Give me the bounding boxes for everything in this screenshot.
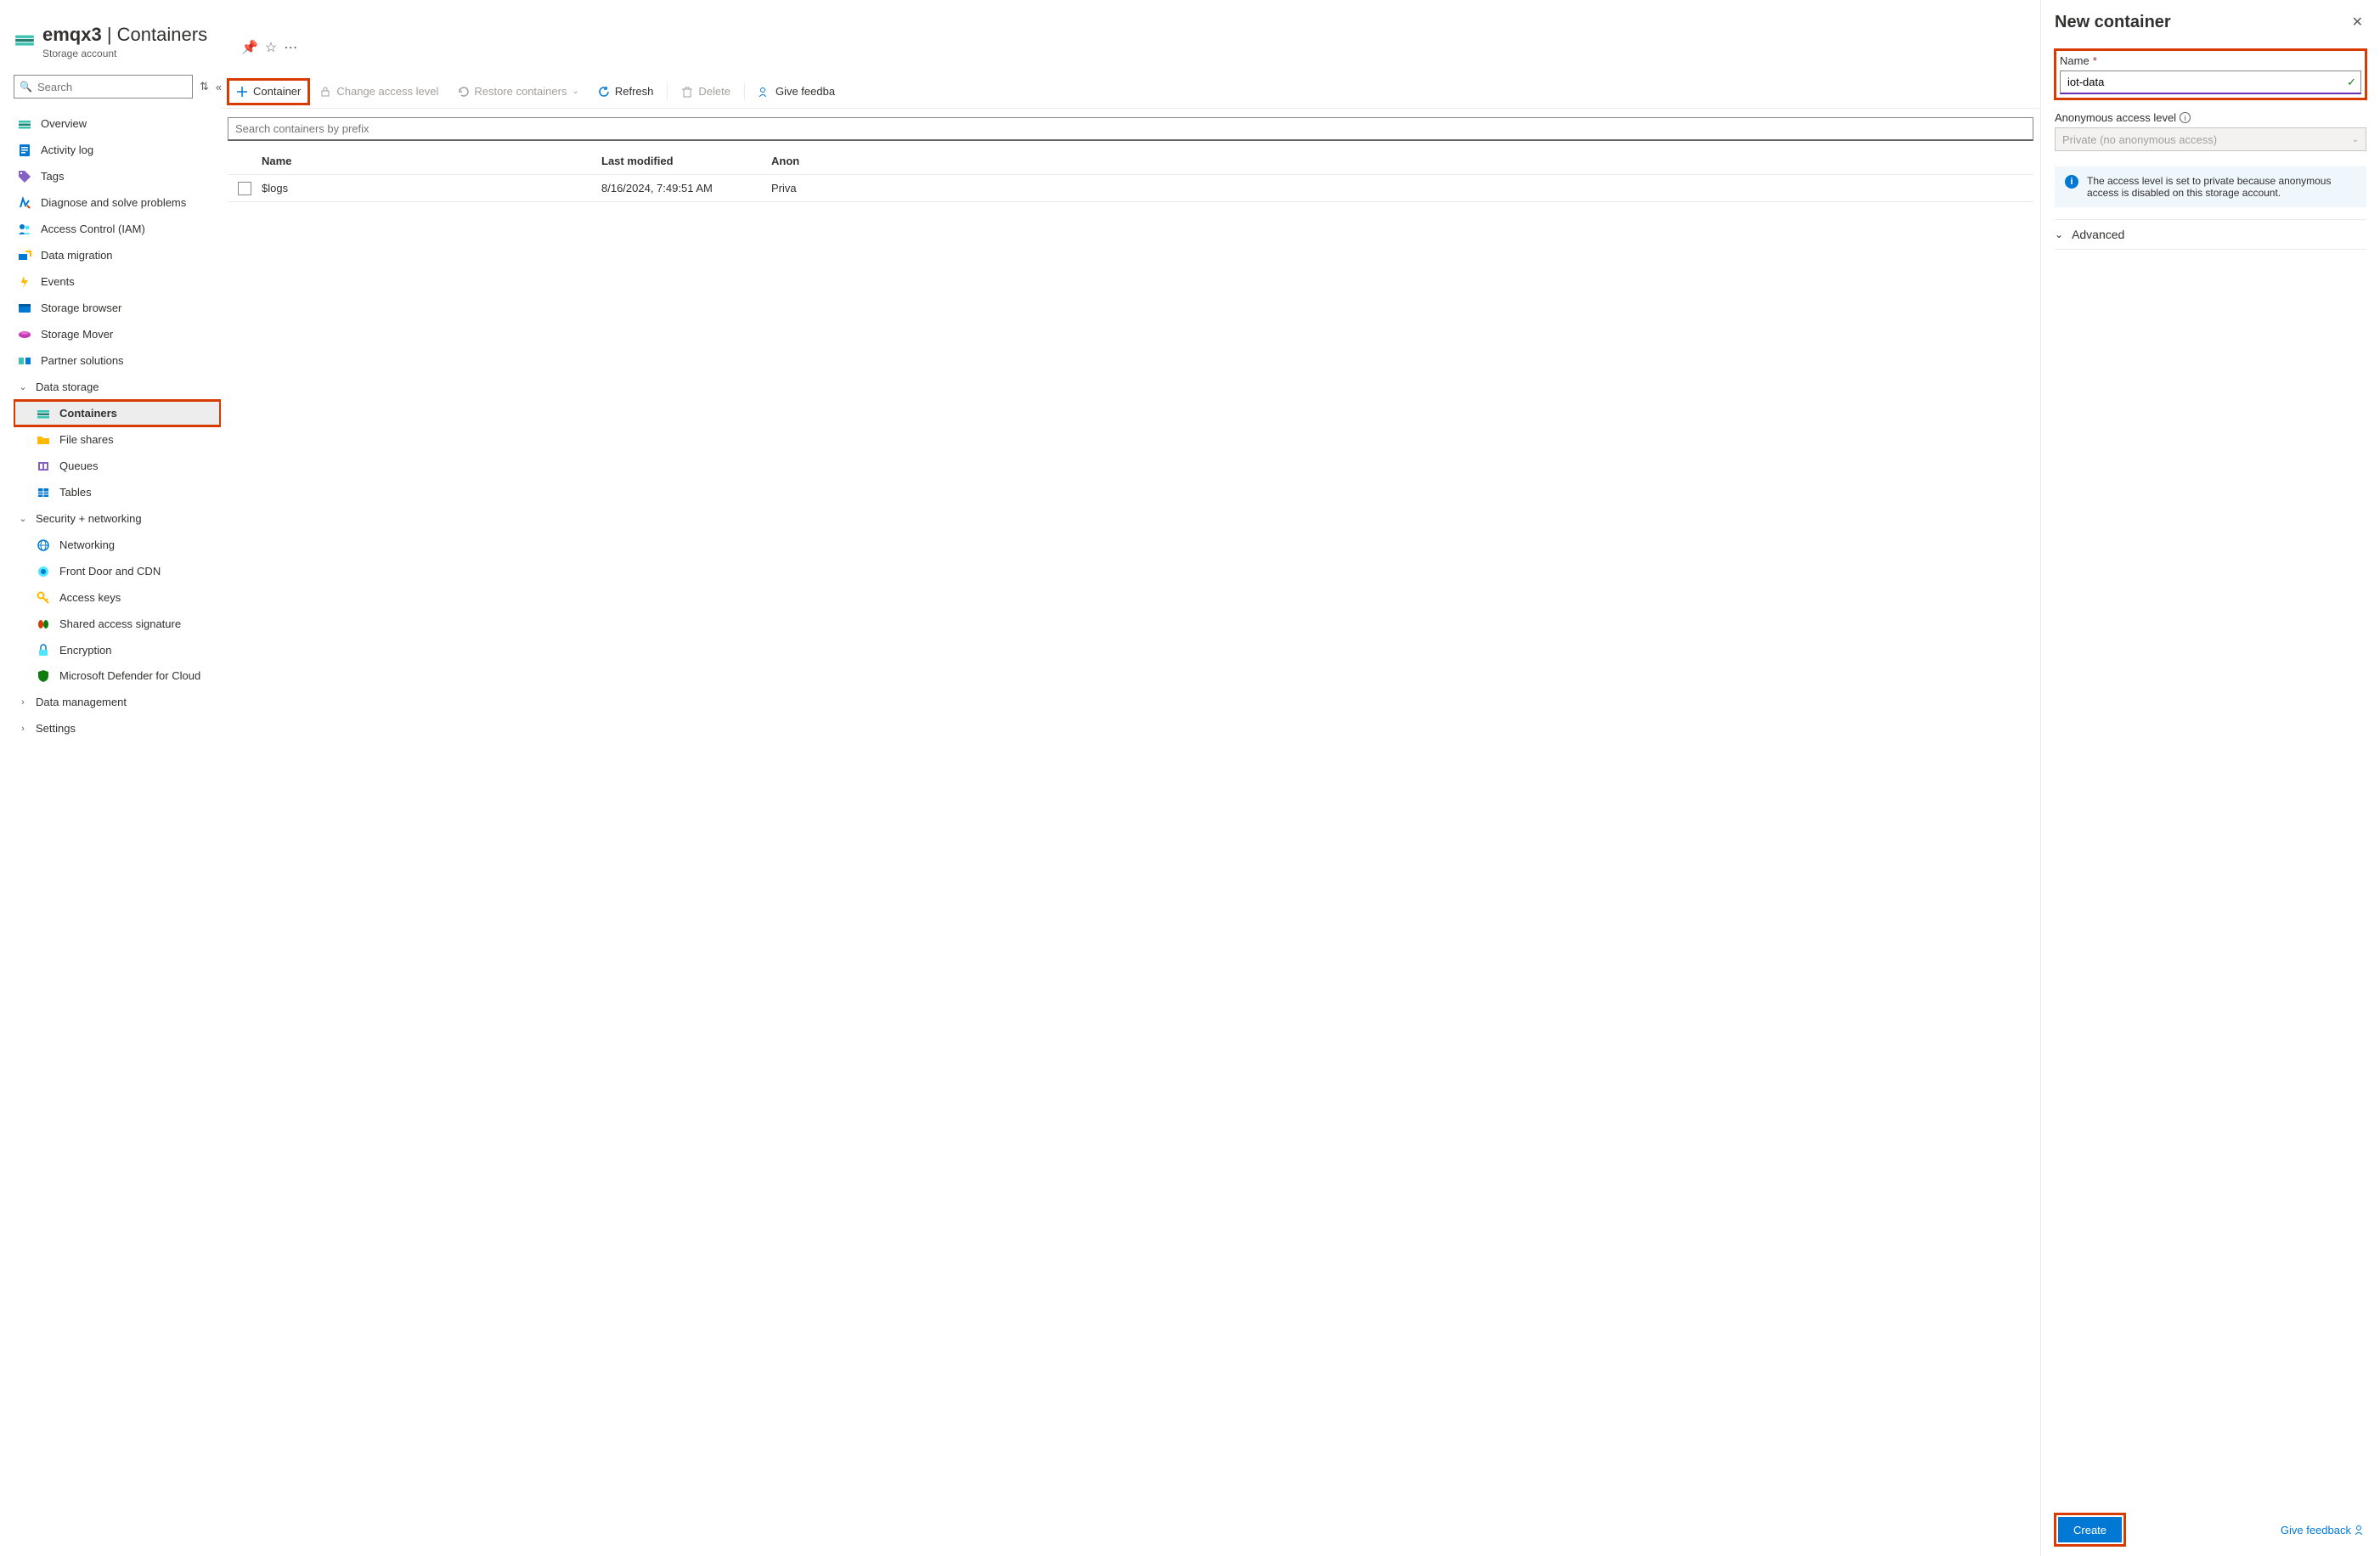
search-icon: 🔍 (20, 81, 32, 93)
person-feedback-icon (2355, 1524, 2366, 1536)
plus-icon (236, 86, 248, 98)
lock-icon (319, 86, 331, 98)
pin-icon[interactable]: 📌 (241, 39, 258, 56)
undo-icon (457, 86, 469, 98)
nav-front-door[interactable]: Front Door and CDN (14, 558, 221, 584)
info-icon[interactable]: i (2180, 112, 2191, 123)
col-name[interactable]: Name (262, 155, 601, 167)
change-access-button: Change access level (311, 79, 447, 104)
nav-tables[interactable]: Tables (14, 479, 221, 505)
table-row[interactable]: $logs 8/16/2024, 7:49:51 AM Priva (228, 175, 2033, 202)
nav-sas[interactable]: Shared access signature (14, 611, 221, 637)
info-message: i The access level is set to private bec… (2055, 166, 2366, 207)
info-icon: i (2065, 175, 2078, 189)
nav-overview[interactable]: Overview (14, 110, 221, 137)
chevron-down-icon: ⌄ (17, 513, 29, 524)
nav-events[interactable]: Events (14, 268, 221, 295)
chevron-down-icon: ⌄ (2352, 135, 2359, 144)
name-label: Name* (2060, 54, 2361, 67)
table-header: Name Last modified Anon (228, 148, 2033, 175)
check-icon: ✓ (2347, 76, 2356, 89)
nav-containers[interactable]: Containers (14, 400, 221, 426)
chevron-down-icon: ⌄ (17, 381, 29, 392)
advanced-toggle[interactable]: ⌄ Advanced (2055, 219, 2366, 250)
container-name-input[interactable] (2060, 70, 2361, 94)
trash-icon (681, 86, 693, 98)
cell-anon: Priva (771, 182, 2033, 194)
more-icon[interactable]: ⋯ (284, 39, 297, 56)
nav-partner-solutions[interactable]: Partner solutions (14, 347, 221, 374)
page-subtitle: Storage account (42, 48, 214, 59)
star-icon[interactable]: ☆ (265, 39, 277, 56)
filter-input[interactable] (228, 117, 2033, 141)
create-button[interactable]: Create (2058, 1517, 2122, 1542)
refresh-button[interactable]: Refresh (589, 79, 663, 104)
cell-name[interactable]: $logs (262, 182, 601, 194)
expand-icon[interactable]: ⇅ (200, 80, 209, 93)
nav-group-settings[interactable]: ›Settings (14, 715, 221, 741)
cell-modified: 8/16/2024, 7:49:51 AM (601, 182, 771, 194)
nav-storage-mover[interactable]: Storage Mover (14, 321, 221, 347)
panel-title: New container (2055, 13, 2171, 32)
nav-defender[interactable]: Microsoft Defender for Cloud (14, 663, 221, 689)
nav-diagnose[interactable]: Diagnose and solve problems (14, 189, 221, 216)
chevron-down-icon: ⌄ (2055, 228, 2063, 240)
sidebar-search-input[interactable] (37, 81, 187, 93)
nav-group-security[interactable]: ⌄Security + networking (14, 505, 221, 532)
nav-group-data-mgmt[interactable]: ›Data management (14, 689, 221, 715)
storage-account-icon (14, 29, 36, 51)
nav-tags[interactable]: Tags (14, 163, 221, 189)
close-icon[interactable]: ✕ (2349, 10, 2366, 34)
chevron-right-icon: › (17, 724, 29, 734)
toolbar: Container Change access level Restore co… (221, 75, 2040, 109)
nav-encryption[interactable]: Encryption (14, 637, 221, 663)
nav-networking[interactable]: Networking (14, 532, 221, 558)
add-container-button[interactable]: Container (228, 79, 309, 104)
nav-iam[interactable]: Access Control (IAM) (14, 216, 221, 242)
row-checkbox[interactable] (238, 182, 251, 195)
nav-data-migration[interactable]: Data migration (14, 242, 221, 268)
sidebar-search[interactable]: 🔍 (14, 75, 193, 99)
page-title: emqx3 | Containers (42, 24, 214, 46)
nav-group-data-storage[interactable]: ⌄Data storage (14, 374, 221, 400)
chevron-right-icon: › (17, 697, 29, 708)
nav-file-shares[interactable]: File shares (14, 426, 221, 453)
panel-feedback-link[interactable]: Give feedback (2281, 1524, 2366, 1536)
nav-storage-browser[interactable]: Storage browser (14, 295, 221, 321)
nav-activity-log[interactable]: Activity log (14, 137, 221, 163)
access-level-select: Private (no anonymous access) ⌄ (2055, 127, 2366, 151)
col-modified[interactable]: Last modified (601, 155, 771, 167)
nav-queues[interactable]: Queues (14, 453, 221, 479)
chevron-down-icon: ⌄ (572, 87, 578, 96)
col-anonymous[interactable]: Anon (771, 155, 2033, 167)
restore-button[interactable]: Restore containers⌄ (448, 79, 588, 104)
delete-button: Delete (673, 79, 739, 104)
new-container-panel: New container ✕ Name* ✓ Anonymous access… (2040, 0, 2380, 1556)
refresh-icon (598, 86, 610, 98)
give-feedback-button[interactable]: Give feedba (750, 79, 843, 104)
person-feedback-icon (759, 86, 770, 98)
nav-access-keys[interactable]: Access keys (14, 584, 221, 611)
access-level-label: Anonymous access leveli (2055, 111, 2366, 124)
